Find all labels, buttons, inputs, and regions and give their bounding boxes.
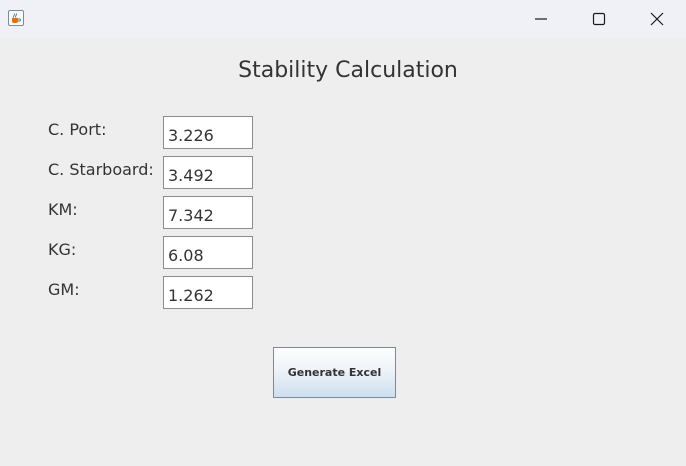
form-title: Stability Calculation <box>238 58 458 83</box>
app-window: Stability Calculation C. Port: C. Starbo… <box>0 0 686 466</box>
c-starboard-label: C. Starboard: <box>48 160 154 179</box>
gm-input[interactable] <box>163 276 253 309</box>
close-icon <box>650 12 664 26</box>
minimize-button[interactable] <box>512 0 570 38</box>
gm-label: GM: <box>48 280 80 299</box>
kg-label: KG: <box>48 240 77 259</box>
maximize-button[interactable] <box>570 0 628 38</box>
title-bar[interactable] <box>0 0 686 38</box>
c-port-input[interactable] <box>163 116 253 149</box>
km-input[interactable] <box>163 196 253 229</box>
java-coffee-cup-icon[interactable] <box>8 10 24 26</box>
maximize-icon <box>592 12 606 26</box>
c-starboard-input[interactable] <box>163 156 253 189</box>
form-panel: Stability Calculation C. Port: C. Starbo… <box>0 38 686 466</box>
km-label: KM: <box>48 200 78 219</box>
generate-excel-button[interactable]: Generate Excel <box>273 347 396 398</box>
close-button[interactable] <box>628 0 686 38</box>
minimize-icon <box>535 18 547 20</box>
kg-input[interactable] <box>163 236 253 269</box>
c-port-label: C. Port: <box>48 120 107 139</box>
